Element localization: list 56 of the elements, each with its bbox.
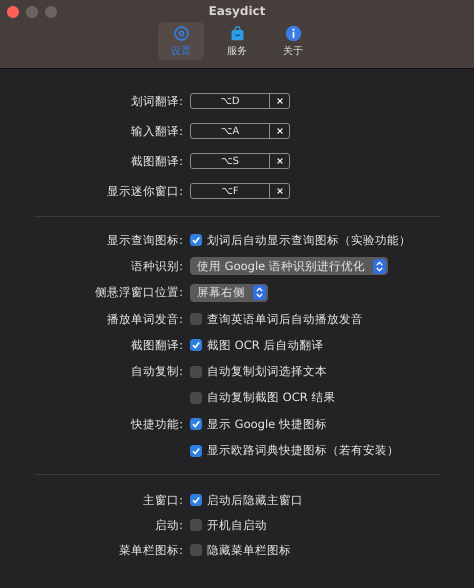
chevron-icon <box>372 258 386 274</box>
setting-label: 菜单栏图标: <box>118 542 183 558</box>
checkbox[interactable] <box>190 366 202 378</box>
setting-label: 启动: <box>154 518 183 533</box>
dropdown[interactable]: 屏幕右侧 <box>190 284 268 302</box>
checkbox[interactable] <box>190 392 202 404</box>
close-icon <box>276 157 284 165</box>
shortcut-field[interactable]: ⌥S <box>190 153 270 169</box>
checkbox-label[interactable]: 显示欧路词典快捷图标（若有安装） <box>207 443 399 458</box>
checkbox[interactable] <box>190 494 202 506</box>
bag-icon <box>228 24 246 42</box>
checkbox-label[interactable]: 开机自启动 <box>207 518 267 533</box>
checkbox[interactable] <box>190 339 202 352</box>
checkbox-label[interactable]: 自动复制划词选择文本 <box>207 364 327 380</box>
shortcut-field[interactable]: ⌥D <box>190 93 270 109</box>
chevron-icon <box>253 285 266 300</box>
toolbar-tab[interactable]: 关于 <box>270 22 316 60</box>
shortcut-field[interactable]: ⌥F <box>190 183 270 199</box>
checkbox-label[interactable]: 自动复制截图 OCR 结果 <box>207 390 336 406</box>
close-icon <box>276 187 284 195</box>
close-icon <box>276 97 284 105</box>
checkbox-label[interactable]: 显示 Google 快捷图标 <box>207 416 327 432</box>
checkbox[interactable] <box>190 418 202 430</box>
setting-label: 显示查询图标: <box>106 232 183 248</box>
setting-label: 自动复制: <box>130 364 183 380</box>
clear-button[interactable] <box>270 153 290 169</box>
clear-button[interactable] <box>270 183 290 199</box>
info-icon <box>284 24 302 42</box>
checkbox-label[interactable]: 截图 OCR 后自动翻译 <box>207 338 324 353</box>
checkbox[interactable] <box>190 313 202 326</box>
setting-label: 主窗口: <box>142 492 183 508</box>
close-button[interactable] <box>7 6 19 18</box>
dropdown[interactable]: 使用 Google 语种识别进行优化 <box>190 257 388 276</box>
checkbox[interactable] <box>190 444 202 457</box>
setting-label: 语种识别: <box>130 258 183 274</box>
toolbar-tab[interactable]: 服务 <box>214 22 260 60</box>
setting-label: 播放单词发音: <box>106 312 183 327</box>
shortcut-field[interactable]: ⌥A <box>190 123 270 139</box>
checkbox[interactable] <box>190 234 202 246</box>
checkbox-label[interactable]: 隐藏菜单栏图标 <box>207 542 291 558</box>
checkbox-label[interactable]: 启动后隐藏主窗口 <box>207 492 303 508</box>
setting-label: 显示迷你窗口: <box>106 184 183 198</box>
setting-label: 侧悬浮窗口位置: <box>94 285 183 300</box>
clear-button[interactable] <box>270 93 290 109</box>
setting-label: 划词翻译: <box>130 94 183 108</box>
checkbox[interactable] <box>190 519 202 532</box>
close-icon <box>276 127 284 135</box>
window-title: Easydict <box>208 4 266 18</box>
setting-label: 截图翻译: <box>130 154 183 168</box>
checkbox[interactable] <box>190 544 202 556</box>
setting-label: 输入翻译: <box>130 124 183 138</box>
setting-label: 快捷功能: <box>130 416 183 432</box>
checkbox-label[interactable]: 查询英语单词后自动播放发音 <box>207 312 363 327</box>
clear-button[interactable] <box>270 123 290 139</box>
checkbox-label[interactable]: 划词后自动显示查询图标（实验功能） <box>207 232 411 248</box>
setting-label: 截图翻译: <box>130 338 183 353</box>
